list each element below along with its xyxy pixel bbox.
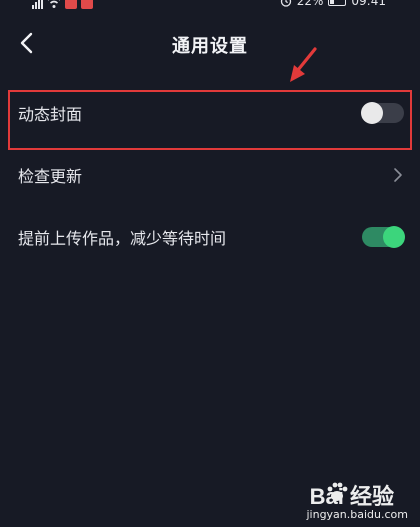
- page-title: 通用设置: [172, 36, 248, 57]
- header: 通用设置: [0, 22, 420, 66]
- wifi-icon: [48, 0, 60, 8]
- watermark-brand: Bai 经验: [309, 484, 394, 509]
- signal-icon: [32, 0, 43, 9]
- notification-app-icon: [81, 0, 93, 9]
- status-bar: 22% 09:41: [0, 0, 420, 9]
- setting-label: 动态封面: [18, 105, 83, 124]
- toggle-knob: [361, 102, 383, 124]
- setting-dynamic-cover[interactable]: 动态封面: [0, 82, 420, 144]
- annotation-arrow-icon: [290, 47, 317, 82]
- status-right: 22% 09:41: [280, 0, 386, 9]
- baidu-watermark: Bai 经验 jingyan.baidu.com: [280, 479, 410, 521]
- pre-upload-toggle[interactable]: [362, 226, 405, 248]
- status-time: 09:41: [351, 0, 386, 8]
- alarm-icon: [280, 0, 291, 7]
- settings-list: 动态封面 检查更新 提前上传作品，减少等待时间: [0, 82, 420, 268]
- chevron-right-icon: [394, 168, 402, 182]
- setting-label: 提前上传作品，减少等待时间: [18, 229, 227, 248]
- setting-check-update[interactable]: 检查更新: [0, 144, 420, 206]
- setting-pre-upload[interactable]: 提前上传作品，减少等待时间: [0, 206, 420, 268]
- settings-screen: 22% 09:41 通用设置 动态封面 检查更新 提前上传作品，减少等待时间 B…: [0, 0, 420, 527]
- dynamic-cover-toggle[interactable]: [361, 102, 404, 124]
- notification-app-icon: [65, 0, 77, 9]
- setting-label: 检查更新: [18, 167, 83, 186]
- status-left: [32, 0, 93, 9]
- battery-percent: 22%: [296, 0, 324, 8]
- watermark-url: jingyan.baidu.com: [306, 508, 408, 521]
- toggle-knob: [383, 226, 405, 248]
- battery-icon: [328, 0, 347, 6]
